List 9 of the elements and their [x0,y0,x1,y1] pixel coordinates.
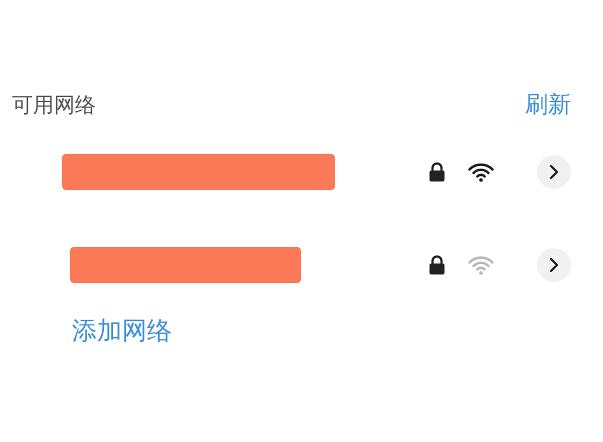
wifi-icon [468,162,494,182]
section-title: 可用网络 [12,92,96,118]
add-network-link[interactable]: 添加网络 [72,312,172,349]
chevron-right-icon [549,164,559,180]
details-button[interactable] [537,155,571,189]
refresh-button[interactable]: 刷新 [525,88,571,122]
details-button[interactable] [537,248,571,282]
chevron-right-icon [549,257,559,273]
wifi-icon [468,255,494,275]
